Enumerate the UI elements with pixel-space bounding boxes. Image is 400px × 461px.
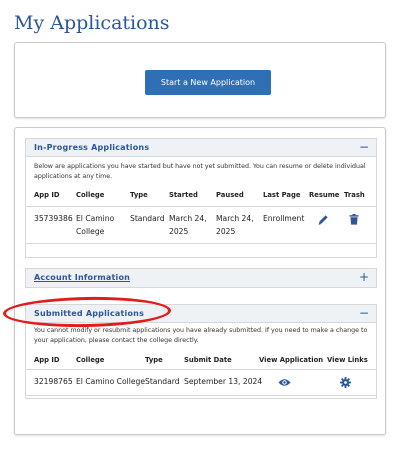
account-information-link[interactable]: Account Information [34, 273, 130, 282]
table-row-divider [26, 206, 376, 207]
col-trash: Trash [344, 191, 365, 199]
gear-icon[interactable] [340, 377, 351, 388]
col-app-id: App ID [34, 191, 60, 199]
app-id-cell: 35739386 [34, 214, 73, 223]
collapse-icon[interactable]: − [359, 140, 369, 154]
col-college: College [76, 191, 105, 199]
trash-icon[interactable] [349, 214, 359, 225]
col-app-id: App ID [34, 356, 60, 364]
in-progress-title: In-Progress Applications [34, 143, 150, 152]
in-progress-section: In-Progress Applications − Below are app… [25, 138, 377, 258]
col-view-links: View Links [327, 356, 368, 364]
table-row-divider [26, 395, 376, 396]
submitted-description: You cannot modify or resubmit applicatio… [34, 327, 368, 344]
last-page-cell: Enrollment [263, 214, 305, 223]
page-title: My Applications [14, 12, 170, 34]
col-type: Type [145, 356, 163, 364]
in-progress-description: Below are applications you have started … [34, 163, 366, 180]
account-information-header[interactable]: Account Information + [26, 269, 376, 287]
start-new-application-button[interactable]: Start a New Application [145, 70, 271, 95]
col-resume: Resume [309, 191, 340, 199]
col-type: Type [130, 191, 148, 199]
eye-icon[interactable] [278, 378, 291, 387]
start-application-panel: Start a New Application [14, 42, 386, 118]
app-id-cell: 32198765 [34, 377, 73, 386]
account-information-section: Account Information + [25, 268, 377, 288]
table-row-divider [26, 369, 376, 370]
college-cell: El Camino College [76, 214, 115, 236]
type-cell: Standard [130, 214, 165, 223]
applications-panel: In-Progress Applications − Below are app… [14, 127, 386, 435]
col-last-page: Last Page [263, 191, 301, 199]
in-progress-header[interactable]: In-Progress Applications − [26, 139, 376, 157]
col-started: Started [169, 191, 198, 199]
collapse-icon[interactable]: − [359, 306, 369, 320]
col-paused: Paused [216, 191, 244, 199]
college-cell: El Camino College [76, 377, 145, 386]
started-cell: March 24, 2025 [169, 214, 207, 236]
submit-date-cell: September 13, 2024 [184, 377, 263, 386]
paused-cell: March 24, 2025 [216, 214, 254, 236]
col-submit-date: Submit Date [184, 356, 232, 364]
col-college: College [76, 356, 105, 364]
expand-icon[interactable]: + [359, 270, 369, 284]
type-cell: Standard [145, 377, 180, 386]
table-row-divider [26, 243, 376, 244]
col-view-application: View Application [259, 356, 324, 364]
pencil-icon[interactable] [318, 214, 329, 225]
